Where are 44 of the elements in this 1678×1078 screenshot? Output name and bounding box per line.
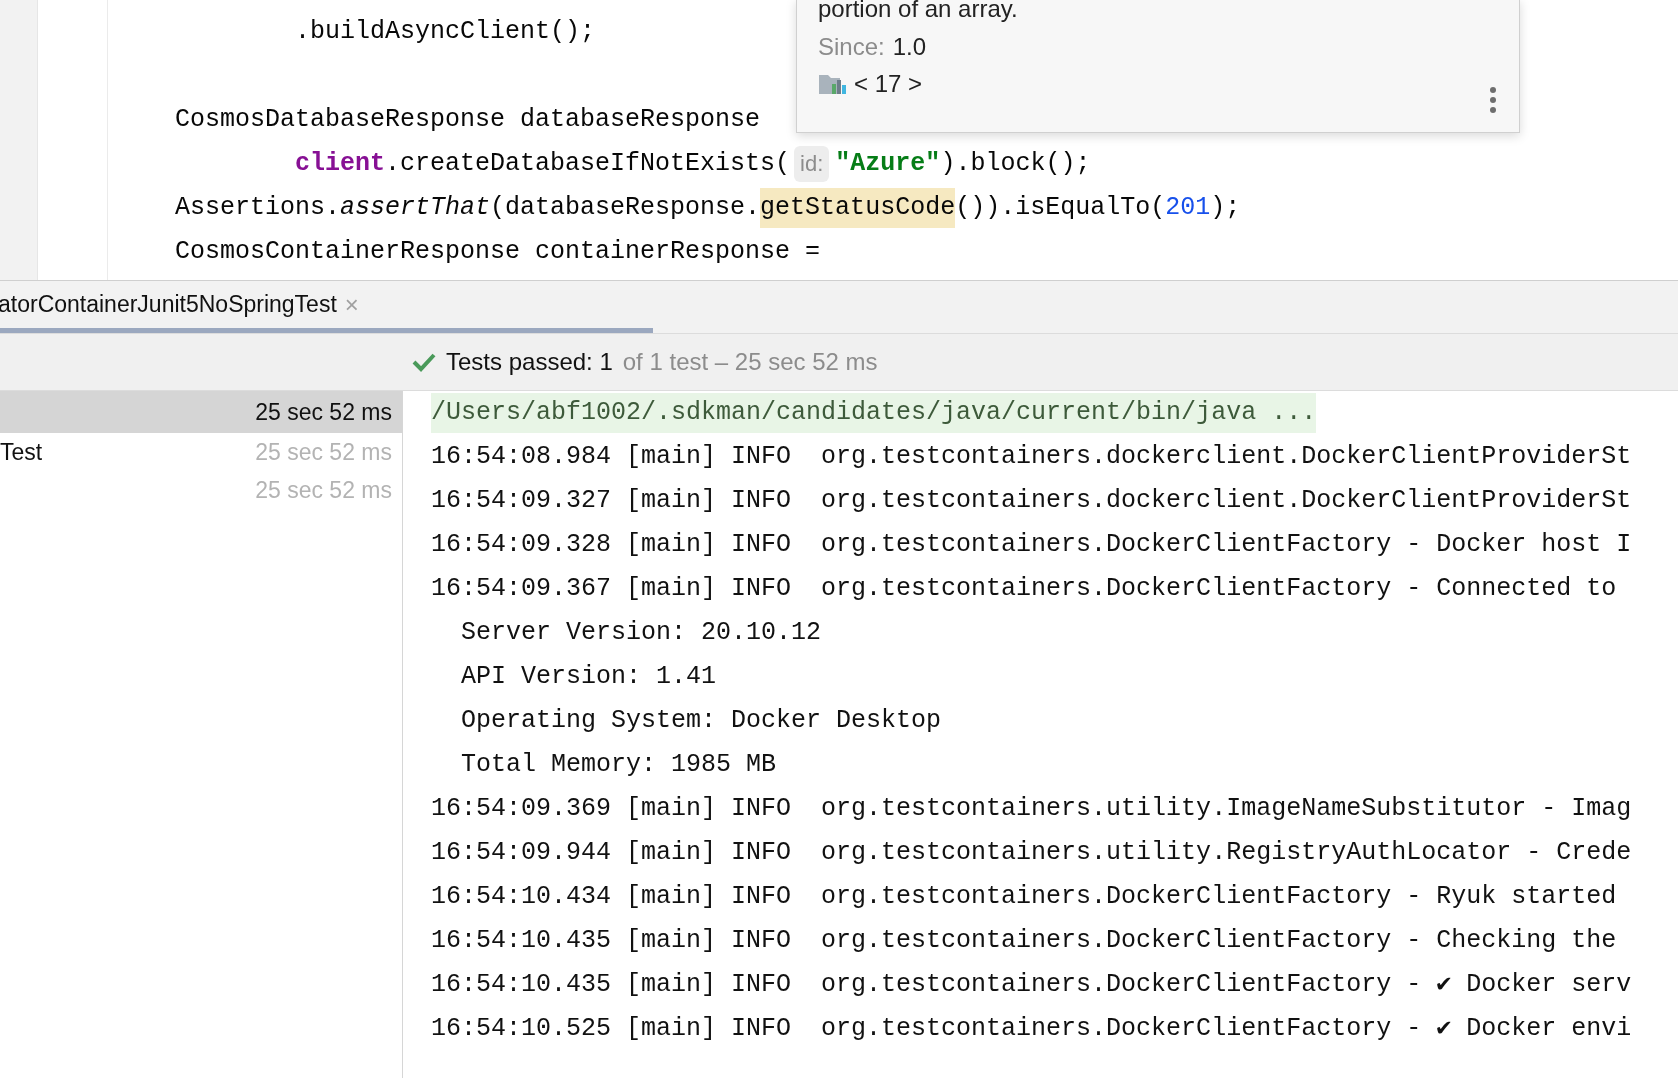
doc-text: portion of an array. bbox=[818, 0, 1019, 24]
console-line: 16:54:09.369 [main] INFO org.testcontainers.utility.ImageNameSubstitutor - Imag bbox=[431, 793, 1632, 825]
console-line: 16:54:10.435 [main] INFO org.testcontainers.DockerClientFactory - Checking the bbox=[431, 925, 1617, 957]
test-duration: 25 sec 52 ms bbox=[255, 476, 392, 504]
code-text: ).block(); bbox=[940, 148, 1091, 180]
library-icon bbox=[818, 72, 848, 96]
code-text: client bbox=[295, 148, 385, 180]
console-line: 16:54:09.944 [main] INFO org.testcontainers.utility.RegistryAuthLocator - Crede bbox=[431, 837, 1632, 869]
console-line: 16:54:10.525 [main] INFO org.testcontainers.DockerClientFactory - ✔ Docker envi bbox=[431, 1013, 1632, 1045]
parameter-hint: id: bbox=[794, 146, 830, 182]
more-options-icon[interactable] bbox=[1489, 86, 1497, 114]
code-text: ()).isEqualTo( bbox=[955, 192, 1166, 224]
code-text: .buildAsyncClient(); bbox=[295, 16, 596, 48]
console-line: Total Memory: 1985 MB bbox=[461, 749, 777, 781]
code-text: 201 bbox=[1165, 192, 1211, 224]
test-tree-row[interactable]: Test 25 sec 52 ms bbox=[0, 433, 402, 471]
check-icon bbox=[412, 352, 436, 372]
test-summary-text: of 1 test – 25 sec 52 ms bbox=[622, 348, 878, 376]
code-text: Assertions. bbox=[175, 192, 341, 224]
console-line: 16:54:09.327 [main] INFO org.testcontainers.dockerclient.DockerClientProviderSt bbox=[431, 485, 1632, 517]
code-text: assertThat bbox=[340, 192, 491, 224]
tests-passed-text: Tests passed: 1 bbox=[446, 348, 613, 376]
code-text: getStatusCode bbox=[760, 188, 956, 228]
test-duration: 25 sec 52 ms bbox=[255, 398, 392, 426]
code-text: ); bbox=[1210, 192, 1241, 224]
console-line: 16:54:09.328 [main] INFO org.testcontainers.DockerClientFactory - Docker host I bbox=[431, 529, 1632, 561]
console-line: 16:54:10.434 [main] INFO org.testcontainers.DockerClientFactory - Ryuk started bbox=[431, 881, 1617, 913]
since-label: Since: bbox=[818, 32, 885, 62]
console-line: 16:54:09.367 [main] INFO org.testcontainers.DockerClientFactory - Connected to bbox=[431, 573, 1617, 605]
code-text: CosmosDatabaseResponse databaseResponse bbox=[175, 104, 761, 136]
console-line: Server Version: 20.10.12 bbox=[461, 617, 822, 649]
test-tree-row[interactable]: 25 sec 52 ms bbox=[0, 391, 402, 433]
test-duration: 25 sec 52 ms bbox=[255, 438, 392, 466]
console-line: API Version: 1.41 bbox=[461, 661, 717, 693]
code-text: (databaseResponse. bbox=[490, 192, 761, 224]
console-line: Operating System: Docker Desktop bbox=[461, 705, 942, 737]
code-text: CosmosContainerResponse containerResponse = bbox=[175, 236, 821, 268]
test-name: Test bbox=[0, 438, 43, 466]
console-line: 16:54:10.435 [main] INFO org.testcontainers.DockerClientFactory - ✔ Docker serv bbox=[431, 969, 1632, 1001]
code-text: .createDatabaseIfNotExists( bbox=[385, 148, 791, 180]
console-line: 16:54:08.984 [main] INFO org.testcontainers.dockerclient.DockerClientProviderSt bbox=[431, 441, 1632, 473]
jdk-version[interactable]: < 17 > bbox=[854, 70, 923, 98]
since-value: 1.0 bbox=[892, 32, 927, 62]
code-text: "Azure" bbox=[835, 148, 941, 180]
